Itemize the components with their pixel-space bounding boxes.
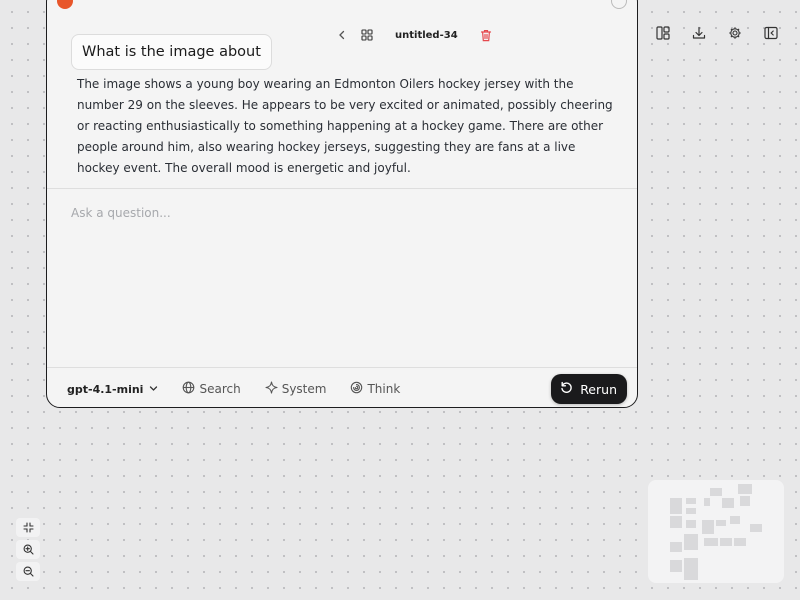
minimap-node	[704, 498, 710, 506]
model-label: gpt-4.1-mini	[67, 382, 144, 396]
minimap-node	[684, 558, 698, 580]
zoom-controls	[16, 518, 40, 581]
search-toggle[interactable]: Search	[182, 381, 241, 397]
user-question-bubble: What is the image about	[71, 34, 272, 70]
minimap-node	[670, 542, 682, 552]
layout-icon[interactable]	[654, 24, 672, 42]
node-footer: gpt-4.1-mini Search System Think Rerun	[67, 374, 627, 404]
minimap-node	[704, 538, 718, 546]
minimap-node	[734, 538, 746, 546]
minimap-node	[684, 534, 698, 550]
rerun-button[interactable]: Rerun	[551, 374, 627, 404]
system-toggle[interactable]: System	[265, 381, 327, 397]
model-selector[interactable]: gpt-4.1-mini	[67, 383, 158, 396]
grid-icon[interactable]	[361, 29, 373, 41]
ask-question-input[interactable]	[69, 201, 613, 225]
node-title[interactable]: untitled-34	[395, 30, 458, 41]
rerun-label: Rerun	[580, 381, 617, 397]
canvas-toolbar	[654, 24, 780, 42]
minimap-node	[702, 520, 714, 534]
fit-view-icon[interactable]	[16, 518, 40, 537]
node-toolbar: untitled-34	[337, 25, 492, 45]
node-handle-ring[interactable]	[611, 0, 627, 9]
think-toggle[interactable]: Think	[350, 381, 400, 397]
minimap-node	[686, 508, 696, 514]
minimap-node	[738, 484, 752, 494]
system-label: System	[281, 382, 327, 396]
footer-divider	[47, 367, 637, 368]
refresh-icon	[560, 381, 573, 397]
trash-icon[interactable]	[480, 29, 492, 42]
minimap-node	[720, 538, 732, 546]
chevron-down-icon	[149, 383, 158, 396]
chevron-left-icon[interactable]	[337, 30, 347, 40]
think-label: Think	[367, 382, 401, 396]
minimap-node	[670, 516, 682, 528]
minimap-node	[710, 488, 722, 496]
minimap[interactable]	[648, 480, 784, 583]
minimap-node	[722, 498, 734, 508]
node-handle-dot[interactable]	[57, 0, 73, 9]
assistant-answer-text: The image shows a young boy wearing an E…	[77, 77, 613, 175]
user-question-text: What is the image about	[82, 44, 261, 60]
minimap-node	[750, 524, 762, 532]
minimap-node	[686, 498, 696, 504]
zoom-out-icon[interactable]	[16, 562, 40, 581]
minimap-node	[670, 498, 682, 514]
minimap-node	[740, 496, 750, 506]
divider	[47, 188, 637, 189]
search-label: Search	[199, 382, 241, 396]
minimap-node	[716, 520, 726, 526]
zoom-in-icon[interactable]	[16, 540, 40, 559]
spiral-icon	[350, 381, 363, 397]
minimap-node	[730, 516, 740, 524]
globe-icon	[182, 381, 195, 397]
download-icon[interactable]	[690, 24, 708, 42]
chat-node-card[interactable]: untitled-34 What is the image about The …	[46, 0, 638, 408]
sidebar-toggle-icon[interactable]	[762, 24, 780, 42]
sparkle-icon	[265, 381, 278, 397]
settings-icon[interactable]	[726, 24, 744, 42]
minimap-node	[670, 560, 682, 572]
minimap-node	[686, 520, 696, 528]
